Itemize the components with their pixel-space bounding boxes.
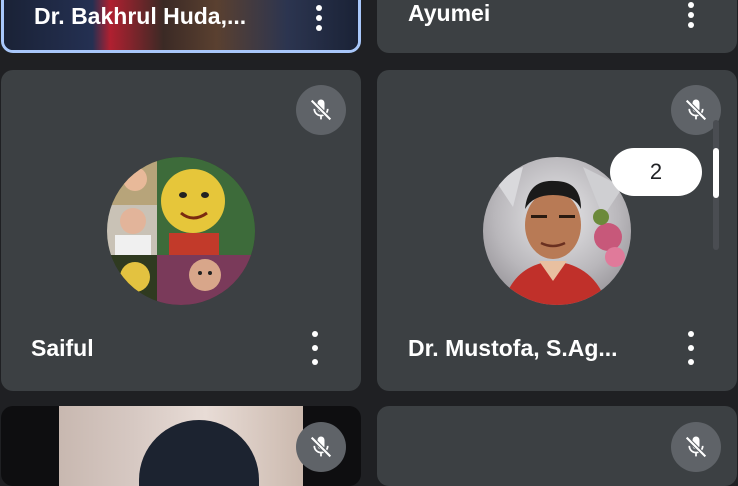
participant-tile-6[interactable]	[377, 406, 737, 486]
meeting-grid: { "participants": [ {"name": "Dr. Bakhru…	[0, 0, 738, 486]
more-options-button[interactable]	[679, 2, 703, 28]
participant-name: Saiful	[31, 335, 94, 361]
more-options-button[interactable]	[303, 331, 327, 365]
avatar	[483, 157, 631, 305]
page-indicator-badge: 2	[610, 148, 702, 196]
participant-tile-ayumei[interactable]: Ayumei	[377, 0, 737, 53]
participant-tile-bakhrul[interactable]: Dr. Bakhrul Huda,...	[1, 0, 361, 53]
scrollbar-thumb[interactable]	[713, 148, 719, 198]
mic-off-icon	[671, 422, 721, 472]
more-options-button[interactable]	[307, 5, 331, 31]
participant-name: Dr. Mustofa, S.Ag...	[408, 335, 618, 361]
avatar	[107, 157, 255, 305]
participant-tile-5[interactable]	[1, 406, 361, 486]
participant-name: Ayumei	[408, 0, 491, 26]
participant-name: Dr. Bakhrul Huda,...	[34, 3, 247, 29]
mic-off-icon	[296, 422, 346, 472]
participant-video	[59, 406, 303, 486]
participant-tile-saiful[interactable]: Saiful	[1, 70, 361, 391]
more-options-button[interactable]	[679, 331, 703, 365]
participant-tile-mustofa[interactable]: Dr. Mustofa, S.Ag...	[377, 70, 737, 391]
mic-off-icon	[296, 85, 346, 135]
